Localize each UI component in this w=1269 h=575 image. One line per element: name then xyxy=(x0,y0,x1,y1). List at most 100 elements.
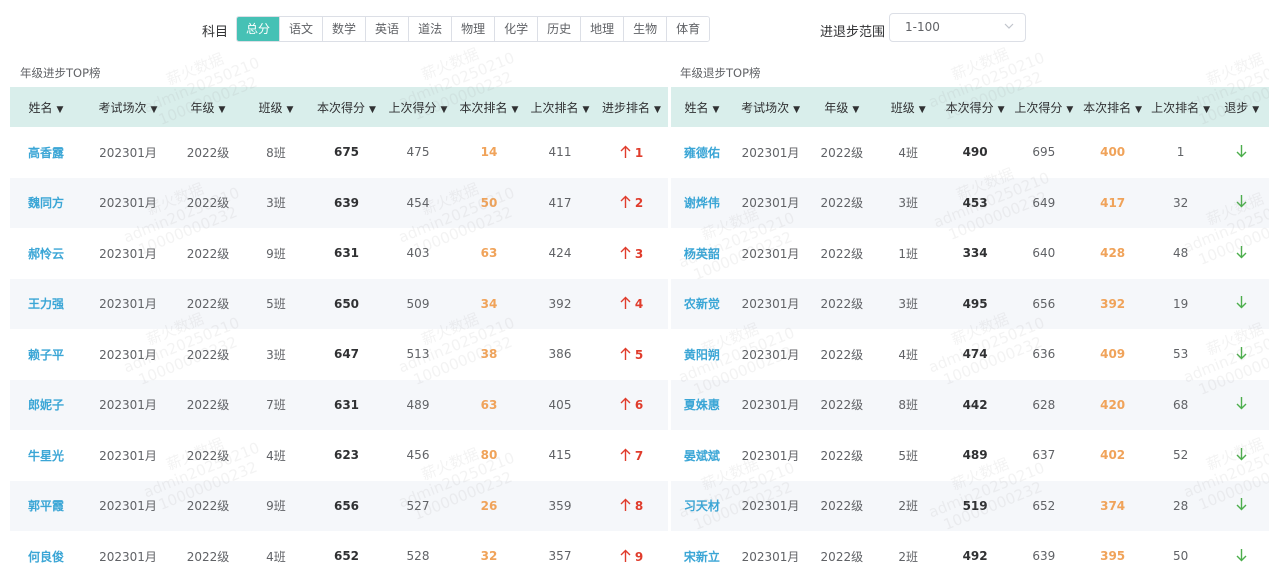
student-name[interactable]: 郭平霞 xyxy=(10,481,82,532)
grade: 2022级 xyxy=(820,499,864,514)
student-name[interactable]: 夏姝惠 xyxy=(671,380,733,431)
table-row[interactable]: 何良俊 202301月 2022级 4班 652 528 32 357 9 xyxy=(10,531,668,575)
column-header[interactable]: 班级 ▼ xyxy=(875,87,941,127)
table-row[interactable]: 农新觉 202301月 2022级 3班 495 656 392 19 xyxy=(671,278,1269,330)
student-name[interactable]: 王力强 xyxy=(10,279,82,330)
table-row[interactable]: 高香露 202301月 2022级 8班 675 475 14 411 1 xyxy=(10,127,668,178)
rank-change-value: 8 xyxy=(634,499,644,514)
caret-down-icon[interactable]: ▼ xyxy=(369,105,376,115)
table-row[interactable]: 晏斌斌 202301月 2022级 5班 489 637 402 52 xyxy=(671,430,1269,481)
caret-down-icon[interactable]: ▼ xyxy=(852,105,859,115)
caret-down-icon[interactable]: ▼ xyxy=(151,105,158,115)
column-header[interactable]: 上次排名 ▼ xyxy=(1147,87,1215,127)
column-header[interactable]: 考试场次 ▼ xyxy=(733,87,808,127)
table-row[interactable]: 雍德佑 202301月 2022级 4班 490 695 400 1 xyxy=(671,127,1269,178)
class: 5班 xyxy=(266,297,286,312)
student-name[interactable]: 魏同方 xyxy=(10,178,82,229)
student-name[interactable]: 黄阳朔 xyxy=(671,329,733,380)
exam-session: 202301月 xyxy=(99,448,157,463)
column-header[interactable]: 本次排名 ▼ xyxy=(453,87,525,127)
column-header[interactable]: 姓名 ▼ xyxy=(10,87,82,127)
table-row[interactable]: 郭平霞 202301月 2022级 9班 656 527 26 359 8 xyxy=(10,480,668,532)
current-rank: 80 xyxy=(480,448,498,463)
student-name[interactable]: 雍德佑 xyxy=(671,127,733,178)
column-header[interactable]: 退步 ▼ xyxy=(1214,87,1269,127)
student-name[interactable]: 牛星光 xyxy=(10,430,82,481)
student-name[interactable]: 农新觉 xyxy=(671,279,733,330)
table-row[interactable]: 郝怜云 202301月 2022级 9班 631 403 63 424 3 xyxy=(10,228,668,279)
previous-rank: 386 xyxy=(548,347,572,362)
table-row[interactable]: 习天材 202301月 2022级 2班 519 652 374 28 xyxy=(671,480,1269,532)
subject-tab[interactable]: 道法 xyxy=(408,17,452,41)
student-name[interactable]: 晏斌斌 xyxy=(671,430,733,481)
student-name[interactable]: 高香露 xyxy=(10,127,82,178)
caret-down-icon[interactable]: ▼ xyxy=(57,105,64,115)
exam-session: 202301月 xyxy=(741,448,800,463)
caret-down-icon[interactable]: ▼ xyxy=(1135,105,1142,115)
caret-down-icon[interactable]: ▼ xyxy=(441,105,448,115)
column-header[interactable]: 本次得分 ▼ xyxy=(941,87,1009,127)
subject-tab[interactable]: 化学 xyxy=(494,17,538,41)
caret-down-icon[interactable]: ▼ xyxy=(1066,105,1073,115)
subject-tab[interactable]: 数学 xyxy=(322,17,366,41)
previous-score: 509 xyxy=(406,296,430,311)
column-header[interactable]: 上次得分 ▼ xyxy=(383,87,453,127)
subject-tab[interactable]: 历史 xyxy=(537,17,581,41)
column-header[interactable]: 进步排名 ▼ xyxy=(595,87,668,127)
table-row[interactable]: 郎妮子 202301月 2022级 7班 631 489 63 405 6 xyxy=(10,379,668,431)
column-header[interactable]: 姓名 ▼ xyxy=(671,87,733,127)
caret-down-icon[interactable]: ▼ xyxy=(219,105,226,115)
student-name[interactable]: 杨英韶 xyxy=(671,228,733,279)
table-row[interactable]: 牛星光 202301月 2022级 4班 623 456 80 415 7 xyxy=(10,430,668,481)
student-name[interactable]: 谢烨伟 xyxy=(671,178,733,229)
current-score: 519 xyxy=(962,498,988,513)
column-header[interactable]: 本次得分 ▼ xyxy=(310,87,383,127)
column-header[interactable]: 年级 ▼ xyxy=(174,87,242,127)
column-header[interactable]: 上次排名 ▼ xyxy=(525,87,595,127)
subject-tab[interactable]: 英语 xyxy=(365,17,409,41)
exam-session: 202301月 xyxy=(741,499,800,514)
column-header[interactable]: 考试场次 ▼ xyxy=(82,87,174,127)
previous-score: 456 xyxy=(406,448,430,463)
table-row[interactable]: 宋新立 202301月 2022级 2班 492 639 395 50 xyxy=(671,531,1269,575)
student-name[interactable]: 赖子平 xyxy=(10,329,82,380)
table-row[interactable]: 黄阳朔 202301月 2022级 4班 474 636 409 53 xyxy=(671,329,1269,380)
table-row[interactable]: 赖子平 202301月 2022级 3班 647 513 38 386 5 xyxy=(10,329,668,380)
table-row[interactable]: 王力强 202301月 2022级 5班 650 509 34 392 4 xyxy=(10,278,668,330)
caret-down-icon[interactable]: ▼ xyxy=(998,105,1005,115)
column-header[interactable]: 上次得分 ▼ xyxy=(1009,87,1078,127)
rank-change xyxy=(1214,178,1269,229)
subject-tab[interactable]: 地理 xyxy=(580,17,624,41)
table-row[interactable]: 夏姝惠 202301月 2022级 8班 442 628 420 68 xyxy=(671,379,1269,431)
caret-down-icon[interactable]: ▼ xyxy=(654,105,661,115)
subject-tab[interactable]: 体育 xyxy=(666,17,710,41)
previous-rank: 417 xyxy=(548,195,572,210)
caret-down-icon[interactable]: ▼ xyxy=(583,105,590,115)
subject-tab[interactable]: 物理 xyxy=(451,17,495,41)
student-name[interactable]: 宋新立 xyxy=(671,531,733,575)
table-row[interactable]: 魏同方 202301月 2022级 3班 639 454 50 417 2 xyxy=(10,177,668,229)
column-header[interactable]: 年级 ▼ xyxy=(808,87,875,127)
subject-tab[interactable]: 语文 xyxy=(279,17,323,41)
caret-down-icon[interactable]: ▼ xyxy=(512,105,519,115)
column-header[interactable]: 本次排名 ▼ xyxy=(1078,87,1146,127)
student-name[interactable]: 习天材 xyxy=(671,481,733,532)
student-name[interactable]: 郝怜云 xyxy=(10,228,82,279)
table-row[interactable]: 杨英韶 202301月 2022级 1班 334 640 428 48 xyxy=(671,228,1269,279)
table-row[interactable]: 谢烨伟 202301月 2022级 3班 453 649 417 32 xyxy=(671,177,1269,229)
subject-tab[interactable]: 总分 xyxy=(237,17,280,41)
subject-tab[interactable]: 生物 xyxy=(623,17,667,41)
student-name[interactable]: 郎妮子 xyxy=(10,380,82,431)
caret-down-icon[interactable]: ▼ xyxy=(1252,105,1259,115)
caret-down-icon[interactable]: ▼ xyxy=(793,105,800,115)
caret-down-icon[interactable]: ▼ xyxy=(287,105,294,115)
column-header-label: 考试场次 xyxy=(741,100,790,115)
caret-down-icon[interactable]: ▼ xyxy=(712,105,719,115)
caret-down-icon[interactable]: ▼ xyxy=(919,105,926,115)
student-name[interactable]: 何良俊 xyxy=(10,531,82,575)
column-header[interactable]: 班级 ▼ xyxy=(242,87,310,127)
grade: 2022级 xyxy=(820,398,864,413)
range-select[interactable]: 1-100 xyxy=(889,13,1026,42)
column-header-label: 年级 xyxy=(190,100,215,115)
caret-down-icon[interactable]: ▼ xyxy=(1203,105,1210,115)
